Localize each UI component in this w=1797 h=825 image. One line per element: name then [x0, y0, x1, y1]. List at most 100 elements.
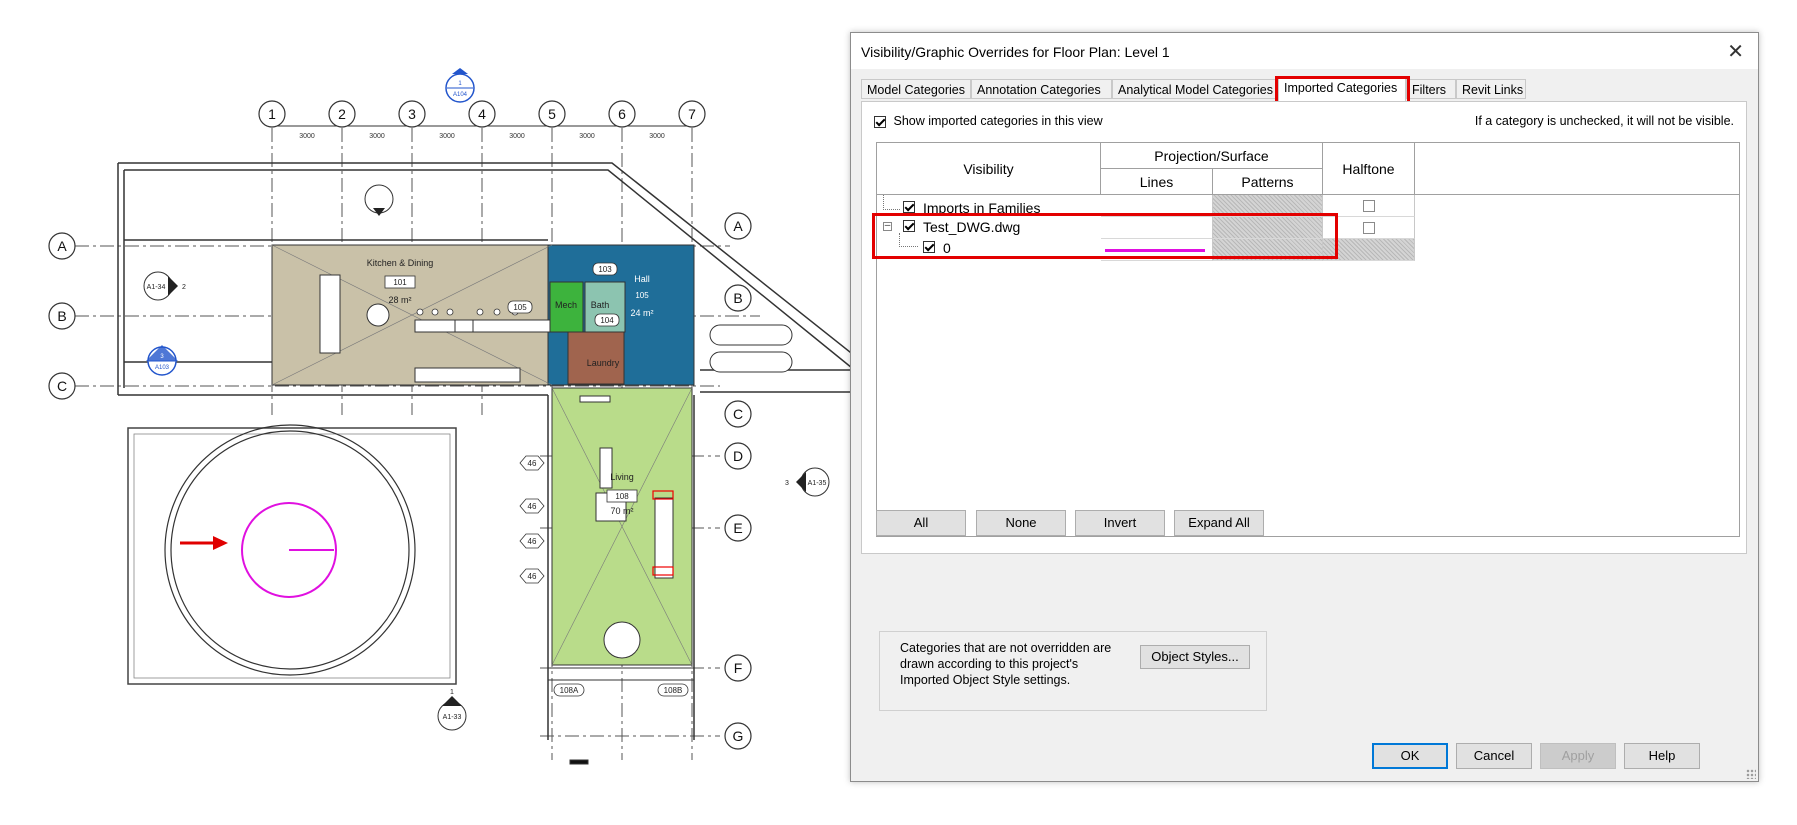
expand-all-button[interactable]: Expand All [1174, 510, 1264, 536]
tab-imported-categories[interactable]: Imported Categories [1278, 77, 1406, 101]
grid-col-1: 1 [268, 106, 276, 122]
grid-row-e-right: E [733, 520, 742, 536]
row-checkbox-layer-0[interactable] [923, 241, 935, 253]
elevation-marker-top[interactable] [364, 184, 394, 216]
grid-row-c-left: C [57, 378, 67, 394]
close-icon[interactable]: ✕ [1727, 39, 1744, 64]
floor-plan-view[interactable]: 3000 3000 3000 3000 3000 3000 Kitchen & … [0, 0, 850, 825]
halftone-checkbox[interactable] [1363, 200, 1375, 212]
grid-row-d-right: D [733, 448, 743, 464]
dim-label-1: 3000 [299, 133, 315, 140]
all-button[interactable]: All [876, 510, 966, 536]
svg-text:A104: A104 [453, 92, 468, 98]
grid-row-a-right: A [733, 218, 743, 234]
halftone-checkbox[interactable] [1363, 222, 1375, 234]
row-label-layer-0: 0 [943, 240, 951, 256]
grid-row-b-left: B [57, 308, 66, 324]
room-name-kitchen: Kitchen & Dining [367, 258, 434, 268]
patterns-cell[interactable] [1213, 239, 1323, 261]
tree-connector [883, 195, 900, 210]
window-tags [519, 455, 545, 584]
tag-104: 104 [600, 316, 614, 325]
dim-label-3: 3000 [439, 133, 455, 140]
lines-cell[interactable] [1101, 217, 1213, 239]
tab-filters[interactable]: Filters [1406, 79, 1456, 99]
row-label-test-dwg: Test_DWG.dwg [923, 219, 1021, 235]
elevation-marker-a135[interactable]: A1-35 3 [785, 467, 830, 497]
elevation-marker-a133[interactable]: A1-33 1 [437, 689, 467, 731]
window-tag-1: 46 [528, 459, 537, 468]
svg-text:1: 1 [450, 689, 454, 696]
line-color-swatch [1105, 249, 1205, 252]
porch [548, 667, 694, 765]
col-projection-surface: Projection/Surface [1101, 143, 1323, 169]
tag-103: 103 [598, 265, 612, 274]
tag-105: 105 [513, 303, 527, 312]
room-area-kitchen: 28 m² [388, 295, 411, 305]
halftone-cell[interactable] [1323, 217, 1415, 239]
window-tag-3: 46 [528, 537, 537, 546]
window-tag-2: 46 [528, 502, 537, 511]
red-arrow-icon [180, 536, 228, 550]
room-number-living: 108 [615, 492, 629, 501]
dim-label-5: 3000 [579, 133, 595, 140]
dialog-title: Visibility/Graphic Overrides for Floor P… [861, 44, 1170, 60]
lines-cell[interactable] [1101, 195, 1213, 217]
resize-grip[interactable] [1746, 769, 1756, 779]
tab-revit-links[interactable]: Revit Links [1456, 79, 1526, 99]
apply-button[interactable]: Apply [1540, 743, 1616, 769]
grid-row-b-right: B [733, 290, 742, 306]
collapse-icon[interactable]: – [883, 221, 892, 231]
grid-row-g-right: G [733, 728, 744, 744]
section-marker-a103[interactable]: 3 A103 [146, 345, 178, 376]
room-area-hall: 24 m² [630, 308, 653, 318]
grid-col-4: 4 [478, 106, 486, 122]
window-tag-4: 46 [528, 572, 537, 581]
tab-analytical-model-categories[interactable]: Analytical Model Categories [1112, 79, 1278, 99]
grid-col-6: 6 [618, 106, 626, 122]
svg-text:3: 3 [785, 480, 789, 487]
dim-label-6: 3000 [649, 133, 665, 140]
invert-button[interactable]: Invert [1075, 510, 1165, 536]
section-marker-a104[interactable]: 1 A104 [445, 68, 475, 103]
info-box: Categories that are not overridden are d… [879, 631, 1267, 711]
show-imported-row[interactable]: Show imported categories in this view [874, 114, 1103, 128]
room-name-bath: Bath [591, 300, 610, 310]
dim-label-2: 3000 [369, 133, 385, 140]
patterns-cell[interactable] [1213, 195, 1323, 217]
row-checkbox-imports-in-families[interactable] [903, 201, 915, 213]
room-number-kitchen: 101 [393, 278, 407, 287]
show-imported-checkbox[interactable] [874, 115, 886, 128]
exterior-planters [709, 324, 793, 373]
svg-text:A1-34: A1-34 [147, 284, 166, 291]
visibility-hint: If a category is unchecked, it will not … [1474, 114, 1734, 128]
cancel-button[interactable]: Cancel [1456, 743, 1532, 769]
ok-button[interactable]: OK [1372, 743, 1448, 769]
room-name-living: Living [610, 472, 634, 482]
none-button[interactable]: None [976, 510, 1066, 536]
object-styles-button[interactable]: Object Styles... [1140, 645, 1250, 669]
elevation-marker-a134[interactable]: A1-34 2 [143, 271, 186, 301]
door-tag-108b: 108B [664, 686, 683, 695]
halftone-cell[interactable] [1323, 239, 1415, 261]
col-patterns: Patterns [1213, 169, 1323, 195]
room-name-laundry: Laundry [587, 358, 620, 368]
row-checkbox-test-dwg[interactable] [903, 220, 915, 232]
col-lines: Lines [1101, 169, 1213, 195]
info-text: Categories that are not overridden are d… [900, 641, 1112, 687]
svg-text:A1-33: A1-33 [443, 714, 462, 721]
patterns-cell[interactable] [1213, 217, 1323, 239]
help-button[interactable]: Help [1624, 743, 1700, 769]
room-name-mech: Mech [555, 300, 577, 310]
tab-model-categories[interactable]: Model Categories [861, 79, 971, 99]
svg-text:A103: A103 [155, 365, 170, 371]
svg-text:A1-35: A1-35 [808, 480, 827, 487]
lines-cell[interactable] [1101, 239, 1213, 261]
col-halftone: Halftone [1323, 143, 1415, 195]
halftone-cell[interactable] [1323, 195, 1415, 217]
col-visibility[interactable]: Visibility [877, 143, 1101, 195]
grid-row-f-right: F [734, 660, 743, 676]
tab-annotation-categories[interactable]: Annotation Categories [971, 79, 1112, 99]
imported-categories-panel: Show imported categories in this view If… [861, 101, 1747, 554]
dwg-import-frame[interactable] [127, 424, 457, 685]
